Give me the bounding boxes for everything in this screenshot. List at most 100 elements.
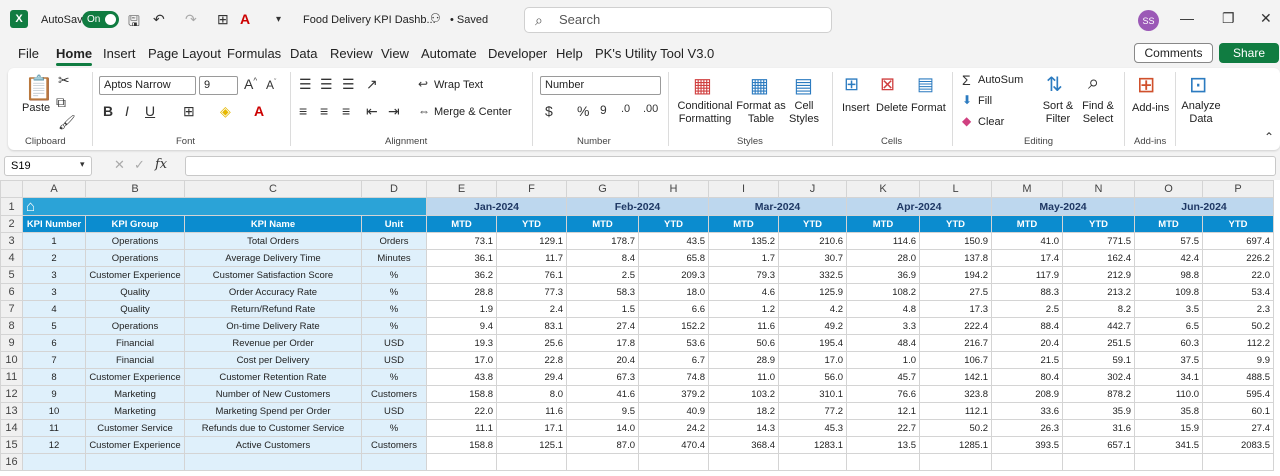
format-cells-button[interactable]: Format: [911, 102, 946, 114]
restore-icon[interactable]: ❐: [1222, 10, 1235, 27]
column-header[interactable]: G: [566, 180, 639, 198]
value-cell[interactable]: 332.5: [778, 266, 847, 284]
value-cell[interactable]: 178.7: [566, 232, 639, 250]
kpi-number-cell[interactable]: 12: [22, 436, 86, 454]
value-cell[interactable]: 8.4: [566, 249, 639, 267]
empty-cell[interactable]: [184, 453, 362, 471]
close-icon[interactable]: ✕: [1260, 10, 1272, 27]
value-cell[interactable]: 162.4: [1062, 249, 1135, 267]
decrease-font-icon[interactable]: Aˇ: [266, 78, 276, 92]
value-cell[interactable]: 36.9: [846, 266, 920, 284]
value-cell[interactable]: 35.8: [1134, 402, 1203, 420]
increase-font-icon[interactable]: A^: [244, 76, 257, 92]
tab-insert[interactable]: Insert: [103, 46, 136, 61]
italic-icon[interactable]: I: [125, 103, 129, 119]
value-cell[interactable]: 1285.1: [919, 436, 992, 454]
underline-icon[interactable]: U: [145, 103, 155, 119]
value-cell[interactable]: 194.2: [919, 266, 992, 284]
value-cell[interactable]: 37.5: [1134, 351, 1203, 369]
row-header[interactable]: 15: [0, 436, 23, 454]
value-cell[interactable]: 488.5: [1202, 368, 1274, 386]
wrap-text-button[interactable]: Wrap Text: [434, 79, 483, 91]
column-header[interactable]: N: [1062, 180, 1135, 198]
value-cell[interactable]: 11.6: [496, 402, 567, 420]
column-title[interactable]: Unit: [361, 215, 427, 233]
row-header[interactable]: 9: [0, 334, 23, 352]
kpi-name-cell[interactable]: Number of New Customers: [184, 385, 362, 403]
merge-center-button[interactable]: Merge & Center: [434, 106, 512, 118]
value-cell[interactable]: 13.5: [846, 436, 920, 454]
fill-color-icon[interactable]: ◈: [220, 103, 231, 120]
row-header[interactable]: 7: [0, 300, 23, 318]
value-cell[interactable]: 98.8: [1134, 266, 1203, 284]
name-box[interactable]: S19: [4, 156, 92, 176]
value-cell[interactable]: 53.4: [1202, 283, 1274, 301]
value-cell[interactable]: 56.0: [778, 368, 847, 386]
unit-cell[interactable]: Orders: [361, 232, 427, 250]
value-cell[interactable]: 114.6: [846, 232, 920, 250]
value-cell[interactable]: 41.0: [991, 232, 1063, 250]
value-cell[interactable]: 341.5: [1134, 436, 1203, 454]
unit-cell[interactable]: USD: [361, 334, 427, 352]
value-cell[interactable]: 103.2: [708, 385, 779, 403]
kpi-name-cell[interactable]: Return/Refund Rate: [184, 300, 362, 318]
kpi-number-cell[interactable]: 4: [22, 300, 86, 318]
value-cell[interactable]: 48.4: [846, 334, 920, 352]
kpi-group-cell[interactable]: Quality: [85, 283, 185, 301]
cancel-icon[interactable]: ✕: [114, 157, 125, 173]
tab-utility-tool[interactable]: PK's Utility Tool V3.0: [595, 46, 714, 61]
search-box[interactable]: ⌕ Search: [524, 7, 832, 33]
align-center-icon[interactable]: ≡: [320, 103, 328, 119]
add-ins-button[interactable]: Add-ins: [1132, 102, 1169, 114]
value-cell[interactable]: 6.5: [1134, 317, 1203, 335]
value-cell[interactable]: 17.4: [991, 249, 1063, 267]
kpi-name-cell[interactable]: Order Accuracy Rate: [184, 283, 362, 301]
kpi-group-cell[interactable]: Marketing: [85, 385, 185, 403]
value-cell[interactable]: 6.7: [638, 351, 709, 369]
tab-page-layout[interactable]: Page Layout: [148, 46, 221, 61]
value-cell[interactable]: 50.6: [708, 334, 779, 352]
column-header[interactable]: H: [638, 180, 709, 198]
name-box-dropdown-icon[interactable]: ▾: [80, 159, 85, 170]
value-cell[interactable]: 6.6: [638, 300, 709, 318]
find-select-button[interactable]: Find & Select: [1078, 100, 1118, 126]
kpi-name-cell[interactable]: Cost per Delivery: [184, 351, 362, 369]
decrease-decimal-icon[interactable]: .00: [643, 103, 658, 115]
kpi-group-cell[interactable]: Customer Experience: [85, 266, 185, 284]
kpi-name-cell[interactable]: Average Delivery Time: [184, 249, 362, 267]
decrease-indent-icon[interactable]: ⇤: [366, 103, 378, 120]
mtd-header[interactable]: MTD: [708, 215, 779, 233]
value-cell[interactable]: 25.6: [496, 334, 567, 352]
value-cell[interactable]: 3.5: [1134, 300, 1203, 318]
value-cell[interactable]: 2.3: [1202, 300, 1274, 318]
column-title[interactable]: KPI Name: [184, 215, 362, 233]
tab-developer[interactable]: Developer: [488, 46, 547, 61]
value-cell[interactable]: 43.5: [638, 232, 709, 250]
value-cell[interactable]: 208.9: [991, 385, 1063, 403]
analyze-data-button[interactable]: Analyze Data: [1180, 100, 1222, 126]
value-cell[interactable]: 368.4: [708, 436, 779, 454]
bold-icon[interactable]: B: [103, 103, 113, 119]
value-cell[interactable]: 50.2: [919, 419, 992, 437]
format-painter-icon[interactable]: 🖌: [58, 114, 76, 131]
unit-cell[interactable]: %: [361, 283, 427, 301]
column-header[interactable]: D: [361, 180, 427, 198]
kpi-group-cell[interactable]: Operations: [85, 249, 185, 267]
font-size-select[interactable]: 9: [199, 76, 238, 95]
column-header[interactable]: K: [846, 180, 920, 198]
mtd-header[interactable]: MTD: [566, 215, 639, 233]
value-cell[interactable]: 379.2: [638, 385, 709, 403]
home-icon[interactable]: ⌂: [26, 199, 35, 215]
kpi-number-cell[interactable]: 8: [22, 368, 86, 386]
value-cell[interactable]: 109.8: [1134, 283, 1203, 301]
tab-formulas[interactable]: Formulas: [227, 46, 281, 61]
value-cell[interactable]: 77.2: [778, 402, 847, 420]
value-cell[interactable]: 88.4: [991, 317, 1063, 335]
value-cell[interactable]: 34.1: [1134, 368, 1203, 386]
kpi-number-cell[interactable]: 3: [22, 266, 86, 284]
value-cell[interactable]: 76.6: [846, 385, 920, 403]
value-cell[interactable]: 12.1: [846, 402, 920, 420]
value-cell[interactable]: 158.8: [426, 436, 497, 454]
value-cell[interactable]: 1.5: [566, 300, 639, 318]
enter-icon[interactable]: ✓: [134, 157, 145, 173]
